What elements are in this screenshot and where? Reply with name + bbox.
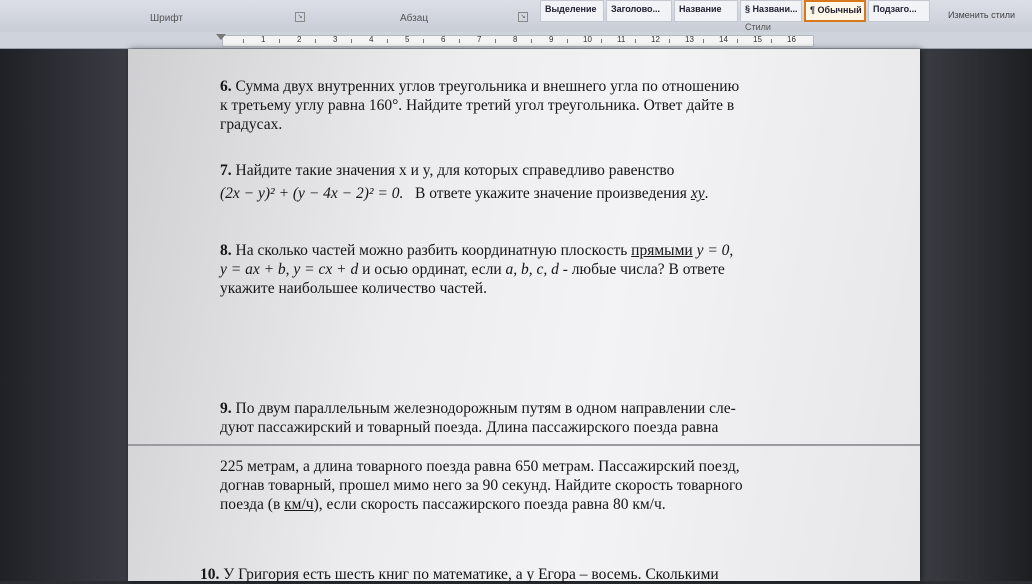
ruler-tick — [315, 39, 316, 43]
ruler-tick — [243, 39, 244, 43]
equation: y = ax + b, y = cx + d — [220, 261, 359, 278]
equation: (2x − y)² + (y − 4x − 2)² = 0. — [220, 185, 404, 202]
question-text: укажите наибольшее количество частей. — [220, 280, 487, 297]
question-text: 225 метрам, а длина товарного поезда рав… — [220, 458, 740, 475]
ruler-number: 7 — [477, 35, 482, 44]
ruler-tick — [737, 39, 738, 43]
ruler-number: 2 — [297, 35, 302, 44]
question-text: догнав товарный, прошел мимо него за 90 … — [220, 477, 743, 494]
question-8: 8. На сколько частей можно разбить коорд… — [220, 241, 733, 298]
paragraph-group-label: Абзац — [400, 13, 429, 24]
ruler-tick — [771, 39, 772, 43]
ribbon: Шрифт ↘ Абзац ↘ Выделение Заголово... На… — [0, 0, 1032, 33]
question-text: Найдите такие значения x и y, для которы… — [235, 162, 675, 179]
underlined-word: прямыми — [631, 242, 693, 259]
question-number: 10. — [200, 566, 220, 583]
ruler-strip: 1 2 3 4 5 6 7 8 9 10 11 12 13 14 15 16 — [222, 35, 814, 47]
question-number: 7. — [220, 162, 232, 179]
ruler-tick — [601, 39, 602, 43]
question-text: На сколько частей можно разбить координа… — [235, 242, 628, 259]
ruler-number: 3 — [333, 35, 338, 44]
style-subtitle[interactable]: Подзаго... — [868, 0, 930, 22]
ruler-tick — [459, 39, 460, 43]
style-normal[interactable]: ¶ Обычный — [804, 0, 866, 22]
question-10: 10. У Григория есть шесть книг по матема… — [200, 565, 719, 584]
ruler-number: 9 — [549, 35, 554, 44]
question-text: У Григория есть шесть книг по математике… — [223, 566, 719, 583]
question-6: 6. Сумма двух внутренних углов треугольн… — [220, 77, 739, 134]
horizontal-ruler[interactable]: 1 2 3 4 5 6 7 8 9 10 11 12 13 14 15 16 — [0, 32, 1032, 49]
question-text: В ответе укажите значение произведения — [415, 185, 687, 202]
question-text: По двум параллельным железнодорожным пут… — [235, 400, 736, 417]
paragraph-dialog-launcher-icon[interactable]: ↘ — [518, 12, 528, 22]
ruler-number: 6 — [441, 35, 446, 44]
workspace-right — [920, 49, 1032, 581]
document-page[interactable]: 6. Сумма двух внутренних углов треугольн… — [128, 49, 920, 584]
question-text: поезда (в — [220, 496, 285, 513]
question-text: - любые числа? В ответе — [562, 261, 725, 278]
style-heading[interactable]: Заголово... — [606, 0, 672, 22]
ruler-number: 14 — [719, 35, 728, 44]
ruler-tick — [635, 39, 636, 43]
ruler-number: 5 — [405, 35, 410, 44]
ruler-tick — [495, 39, 496, 43]
question-text: градусах. — [220, 116, 283, 133]
ruler-tick — [703, 39, 704, 43]
ruler-tick — [279, 39, 280, 43]
question-number: 8. — [220, 242, 232, 259]
ruler-number: 12 — [651, 35, 660, 44]
question-text: к третьему углу равна 160°. Найдите трет… — [220, 97, 735, 114]
ruler-number: 16 — [787, 35, 796, 44]
ruler-tick — [669, 39, 670, 43]
first-line-indent-marker[interactable] — [216, 34, 226, 40]
font-dialog-launcher-icon[interactable]: ↘ — [295, 12, 305, 22]
ruler-number: 1 — [261, 35, 266, 44]
equation: y = 0, — [696, 242, 734, 259]
question-text: ), если скорость пассажирского поезда ра… — [313, 496, 666, 513]
style-title[interactable]: Название — [674, 0, 738, 22]
question-number: 9. — [220, 400, 232, 417]
ruler-number: 13 — [685, 35, 694, 44]
style-book-title[interactable]: § Названи... — [740, 0, 802, 22]
ruler-number: 4 — [369, 35, 374, 44]
style-emphasis[interactable]: Выделение — [540, 0, 604, 22]
underlined-word: км/ч — [284, 496, 314, 513]
question-number: 6. — [220, 78, 232, 95]
ruler-tick — [387, 39, 388, 43]
question-text: и осью ординат, если — [362, 261, 502, 278]
question-7: 7. Найдите такие значения x и y, для кот… — [220, 161, 708, 203]
question-9-continued: 225 метрам, а длина товарного поезда рав… — [220, 457, 743, 514]
variables: a, b, c, d — [505, 261, 559, 278]
question-text: дуют пассажирский и товарный поезда. Дли… — [220, 419, 719, 436]
product-variable: xy — [690, 185, 705, 202]
change-styles-button[interactable]: Изменить стили — [948, 10, 1015, 20]
workspace-left — [0, 49, 128, 581]
ruler-number: 8 — [513, 35, 518, 44]
ruler-number: 10 — [583, 35, 592, 44]
question-9: 9. По двум параллельным железнодорожным … — [220, 399, 736, 437]
ruler-tick — [531, 39, 532, 43]
page-break-line — [128, 444, 920, 446]
ruler-tick — [567, 39, 568, 43]
ruler-tick — [423, 39, 424, 43]
question-text: . — [704, 185, 709, 202]
styles-group-label: Стили — [745, 22, 771, 32]
ruler-number: 11 — [617, 35, 626, 44]
question-text: Сумма двух внутренних углов треугольника… — [235, 78, 740, 95]
ruler-tick — [351, 39, 352, 43]
font-group-label: Шрифт — [150, 13, 183, 24]
ruler-number: 15 — [753, 35, 762, 44]
